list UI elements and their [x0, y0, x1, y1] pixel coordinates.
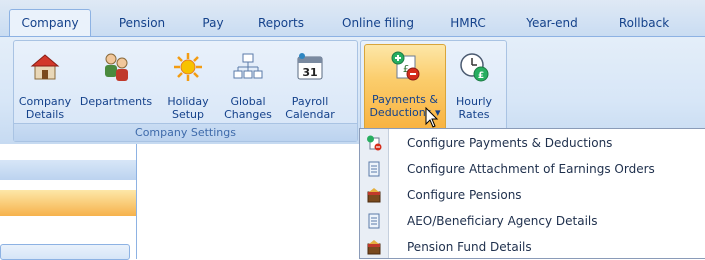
- company-details-label: Company Details: [18, 95, 72, 121]
- global-changes-label: Global Changes: [224, 95, 272, 121]
- tab-company[interactable]: Company: [9, 9, 91, 37]
- document-icon: [368, 161, 380, 177]
- menu-item-configure-attachment-of-earnings[interactable]: Configure Attachment of Earnings Orders: [360, 156, 705, 182]
- payroll-calendar-label: Payroll Calendar: [285, 95, 335, 121]
- departments-label: Departments: [79, 95, 153, 108]
- tab-hmrc[interactable]: HMRC: [443, 11, 493, 36]
- departments-button[interactable]: Departments: [74, 41, 158, 125]
- people-icon: [105, 53, 128, 81]
- house-icon: [30, 54, 60, 80]
- sun-icon: [174, 53, 202, 81]
- menu-item-configure-payments-deductions[interactable]: Configure Payments & Deductions: [360, 130, 705, 156]
- group-company-settings: Company Details Departments Holiday Setu…: [13, 40, 358, 142]
- tab-pay[interactable]: Pay: [193, 11, 233, 36]
- calendar-icon: 31: [297, 53, 323, 80]
- menu-item-pension-fund-details[interactable]: Pension Fund Details: [360, 234, 705, 260]
- holiday-setup-label: Holiday Setup: [167, 95, 209, 121]
- nav-pane-header[interactable]: [0, 160, 136, 180]
- payments-deductions-menu: Configure Payments & Deductions Configur…: [359, 128, 705, 259]
- navigation-pane: [0, 144, 137, 260]
- menu-item-configure-pensions[interactable]: Configure Pensions: [360, 182, 705, 208]
- payments-deductions-icon: [367, 135, 382, 151]
- ribbon-tab-bar: Company Pension Pay Reports Online filin…: [0, 0, 705, 37]
- tab-pension[interactable]: Pension: [107, 11, 177, 36]
- nav-pane-selected-item[interactable]: [0, 190, 136, 216]
- payroll-calendar-button[interactable]: 31 Payroll Calendar: [279, 41, 341, 125]
- svg-text:31: 31: [302, 66, 317, 79]
- tab-online-filing[interactable]: Online filing: [330, 11, 426, 36]
- tab-rollback[interactable]: Rollback: [612, 11, 676, 36]
- holiday-setup-button[interactable]: Holiday Setup: [159, 41, 217, 125]
- pension-icon: [367, 188, 381, 203]
- svg-text:£: £: [478, 71, 484, 81]
- pension-icon: [367, 240, 381, 255]
- global-changes-button[interactable]: Global Changes: [218, 41, 278, 125]
- menu-item-aeo-beneficiary-agency[interactable]: AEO/Beneficiary Agency Details: [360, 208, 705, 234]
- mouse-cursor-icon: [425, 107, 439, 128]
- nav-pane-button[interactable]: [0, 244, 130, 260]
- org-chart-icon: [233, 53, 263, 79]
- tab-reports[interactable]: Reports: [250, 11, 312, 36]
- group-label-company-settings: Company Settings: [14, 123, 357, 141]
- document-icon: [368, 213, 380, 229]
- company-details-button[interactable]: Company Details: [17, 41, 73, 125]
- hourly-rates-button[interactable]: £ Hourly Rates: [449, 41, 499, 125]
- tab-year-end[interactable]: Year-end: [519, 11, 585, 36]
- hourly-rates-label: Hourly Rates: [455, 95, 493, 121]
- payments-deductions-icon: £: [391, 51, 420, 81]
- clock-pound-icon: £: [460, 53, 489, 82]
